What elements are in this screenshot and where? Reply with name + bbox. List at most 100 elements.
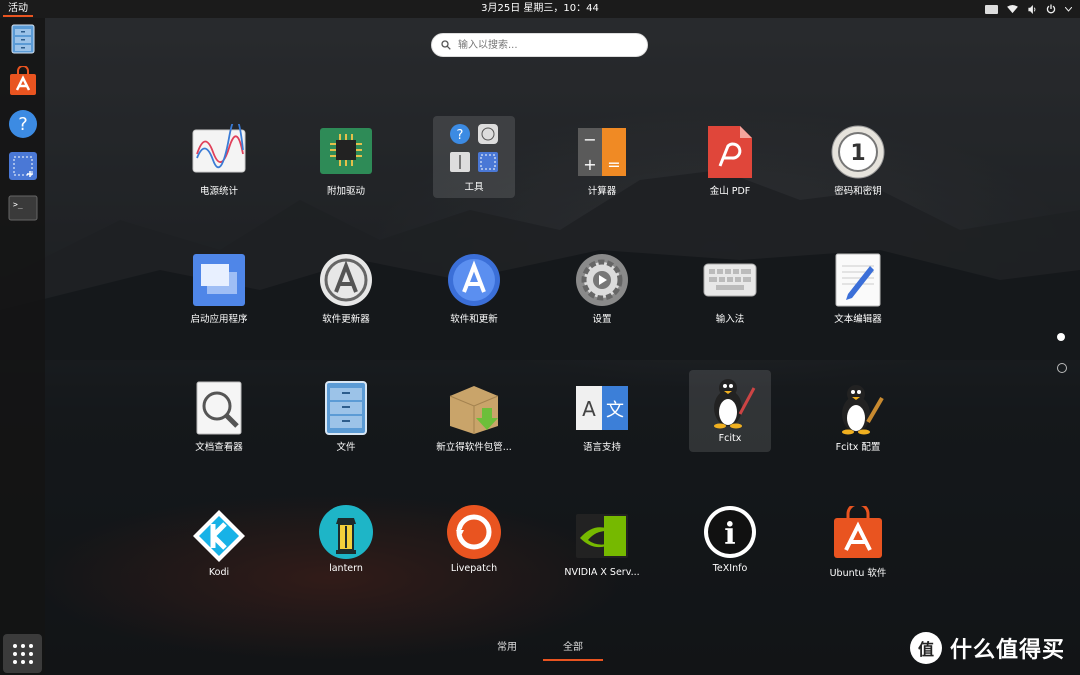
utilities-folder-icon: ? [450, 124, 498, 172]
chevron-down-icon [1065, 6, 1072, 12]
app-input-method[interactable]: 输入法 [689, 248, 771, 330]
app-software-updater[interactable]: 软件更新器 [305, 248, 387, 330]
keyring-icon: 1 [831, 125, 885, 179]
app-lantern[interactable]: lantern [305, 500, 387, 582]
app-label: Fcitx 配置 [835, 442, 881, 453]
watermark-text: 什么值得买 [950, 638, 1066, 663]
show-applications-button[interactable] [3, 634, 42, 673]
app-power-statistics[interactable]: 电源统计 [178, 120, 260, 202]
app-label: 附加驱动 [326, 186, 365, 197]
app-ubuntu-software[interactable]: Ubuntu 软件 [817, 502, 899, 584]
penguin-config-icon [842, 385, 884, 435]
dock-files[interactable] [6, 22, 39, 55]
dock: ? >_ [0, 18, 45, 675]
svg-text:A: A [582, 397, 596, 421]
file-cabinet-icon [325, 381, 367, 435]
volume-icon [1028, 4, 1036, 14]
search-input[interactable] [456, 39, 630, 52]
app-label: Ubuntu 软件 [829, 568, 887, 579]
battery-icon [985, 4, 998, 14]
app-label: 新立得软件包管... [436, 442, 512, 453]
app-calculator[interactable]: − + = 计算器 [561, 120, 643, 202]
svg-text:文: 文 [606, 400, 624, 421]
calculator-icon: − + = [578, 128, 626, 176]
svg-text:i: i [724, 517, 735, 552]
svg-text:1: 1 [850, 141, 865, 166]
app-label: Livepatch [450, 563, 498, 574]
language-icon: A文 [576, 386, 628, 430]
app-utilities[interactable]: ? 工具 [433, 116, 515, 198]
app-document-viewer[interactable]: 文档查看器 [178, 376, 260, 458]
app-label: 文本编辑器 [834, 314, 882, 325]
svg-text:?: ? [18, 114, 28, 135]
livepatch-icon [447, 505, 501, 559]
app-label: 金山 PDF [709, 186, 751, 197]
app-wps-pdf[interactable]: 金山 PDF [689, 120, 771, 202]
question-icon: ? [8, 109, 37, 138]
app-files[interactable]: 文件 [305, 376, 387, 458]
svg-text:?: ? [457, 128, 464, 143]
app-nvidia-settings[interactable]: NVIDIA X Serv... [561, 504, 643, 586]
info-icon: i [704, 506, 756, 558]
clock[interactable]: 3月25日 星期三，10：44 [0, 0, 1080, 18]
software-updater-icon [320, 254, 372, 306]
software-properties-icon [448, 254, 500, 306]
settings-gear-icon [576, 254, 628, 306]
overview-dim [0, 18, 1080, 675]
app-label: 电源统计 [199, 186, 238, 197]
startup-apps-icon [193, 254, 245, 306]
app-label: NVIDIA X Serv... [564, 567, 640, 578]
app-label: 软件更新器 [322, 314, 370, 325]
app-software-updates[interactable]: 软件和更新 [433, 248, 515, 330]
app-additional-drivers[interactable]: 附加驱动 [305, 120, 387, 202]
penguin-icon [714, 379, 756, 429]
app-label: 语言支持 [582, 442, 621, 453]
terminal-icon: >_ [8, 195, 37, 220]
svg-text:+: + [583, 155, 596, 174]
search-box[interactable] [431, 33, 648, 57]
dock-terminal[interactable]: >_ [6, 191, 39, 224]
app-label: 文件 [336, 442, 356, 453]
app-label: 工具 [464, 182, 484, 193]
app-label: 软件和更新 [450, 314, 498, 325]
app-label: 设置 [592, 314, 612, 325]
dock-screenshot[interactable] [6, 149, 39, 182]
file-cabinet-icon [11, 24, 34, 53]
app-kodi[interactable]: Kodi [178, 504, 260, 586]
chip-icon [320, 128, 372, 174]
app-label: 启动应用程序 [190, 314, 248, 325]
dock-help[interactable]: ? [6, 107, 39, 140]
system-tray[interactable] [985, 0, 1072, 18]
tab-frequent[interactable]: 常用 [477, 638, 537, 653]
page-dot-2[interactable] [1057, 363, 1067, 373]
lantern-icon [319, 505, 373, 559]
kodi-icon [193, 510, 245, 562]
text-editor-icon [835, 253, 881, 307]
page-dot-1[interactable] [1057, 333, 1065, 341]
power-icon [1046, 4, 1056, 14]
app-label: 输入法 [715, 314, 745, 325]
app-label: 文档查看器 [195, 442, 243, 453]
app-texinfo[interactable]: i TeXInfo [689, 500, 771, 582]
app-livepatch[interactable]: Livepatch [433, 500, 515, 582]
app-fcitx[interactable]: Fcitx [689, 370, 771, 452]
app-label: TeXInfo [712, 563, 748, 574]
app-fcitx-config[interactable]: Fcitx 配置 [817, 376, 899, 458]
dock-ubuntu-software[interactable] [6, 64, 39, 97]
shopping-bag-icon [9, 65, 36, 95]
app-label: 计算器 [587, 186, 617, 197]
app-synaptic[interactable]: 新立得软件包管... [433, 376, 515, 458]
app-text-editor[interactable]: 文本编辑器 [817, 248, 899, 330]
svg-text:=: = [607, 155, 620, 174]
tab-all[interactable]: 全部 [543, 638, 603, 661]
ubuntu-software-icon [834, 506, 882, 558]
app-settings[interactable]: 设置 [561, 248, 643, 330]
app-passwords-keys[interactable]: 1 密码和密钥 [817, 120, 899, 202]
app-startup-applications[interactable]: 启动应用程序 [178, 248, 260, 330]
app-label: Fcitx [718, 433, 742, 444]
svg-text:>_: >_ [13, 200, 23, 209]
document-viewer-icon [196, 381, 242, 435]
wifi-icon [1007, 4, 1018, 13]
grid-icon [12, 643, 33, 664]
app-language-support[interactable]: A文 语言支持 [561, 376, 643, 458]
